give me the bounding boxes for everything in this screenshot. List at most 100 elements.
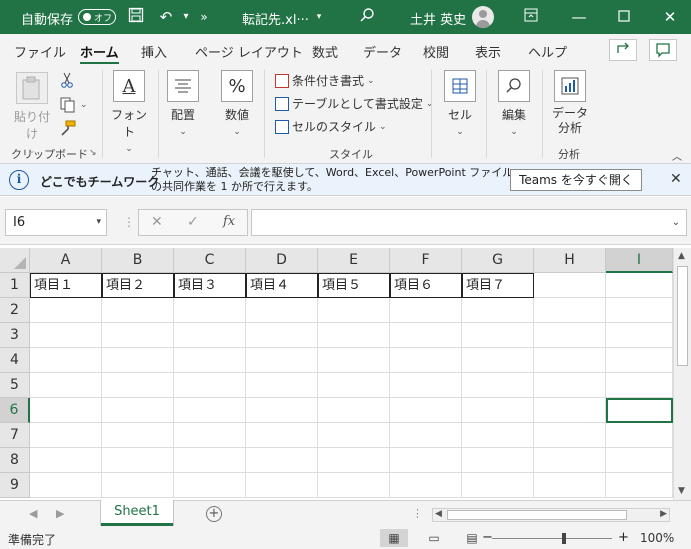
zoom-in-icon[interactable]: +	[618, 530, 629, 545]
column-header-selected[interactable]: I	[606, 248, 673, 273]
close-infobar-icon[interactable]: ✕	[670, 171, 682, 187]
cell[interactable]	[534, 373, 606, 398]
cell[interactable]	[318, 448, 390, 473]
header-cell[interactable]: 項目７	[462, 273, 534, 298]
scroll-up-icon[interactable]: ▲	[678, 251, 685, 261]
cell[interactable]	[318, 423, 390, 448]
conditional-formatting-button[interactable]: 条件付き書式 ⌄	[275, 72, 375, 89]
tab-view[interactable]: 表示	[475, 42, 501, 61]
cell[interactable]	[246, 423, 318, 448]
name-box-dropdown-icon[interactable]: ▾	[96, 210, 101, 235]
vertical-scroll-thumb[interactable]	[677, 266, 688, 366]
cell[interactable]	[462, 348, 534, 373]
cell-styles-button[interactable]: セルのスタイル ⌄	[275, 118, 387, 135]
cell[interactable]	[318, 298, 390, 323]
cell[interactable]	[606, 423, 673, 448]
tab-file[interactable]: ファイル	[14, 42, 66, 61]
cells-button[interactable]: セル ⌄	[442, 70, 478, 137]
user-name[interactable]: 土井 英史	[410, 9, 466, 28]
tab-review[interactable]: 校閲	[423, 42, 449, 61]
column-header[interactable]: C	[174, 248, 246, 273]
zoom-level[interactable]: 100%	[640, 531, 674, 545]
tab-home[interactable]: ホーム	[80, 42, 119, 65]
close-icon[interactable]: ✕	[660, 7, 680, 27]
cell[interactable]	[318, 398, 390, 423]
ribbon-display-icon[interactable]	[521, 7, 541, 27]
cell[interactable]	[30, 473, 102, 498]
row-header-selected[interactable]: 6	[0, 398, 30, 423]
page-layout-view-icon[interactable]: ▭	[420, 529, 448, 547]
cell[interactable]	[390, 398, 462, 423]
cell[interactable]	[174, 448, 246, 473]
file-name[interactable]: 転記先.xl···	[242, 9, 309, 28]
cell[interactable]	[30, 398, 102, 423]
normal-view-icon[interactable]: ▦	[380, 529, 408, 547]
cell[interactable]	[102, 348, 174, 373]
tab-formulas[interactable]: 数式	[312, 42, 338, 61]
scroll-down-icon[interactable]: ▼	[678, 486, 685, 496]
cell[interactable]	[534, 323, 606, 348]
expand-formula-icon[interactable]: ⌄	[672, 217, 680, 228]
autosave-toggle[interactable]: オフ	[78, 9, 116, 25]
header-cell[interactable]: 項目６	[390, 273, 462, 298]
cell[interactable]	[390, 473, 462, 498]
cell[interactable]	[318, 373, 390, 398]
cell[interactable]	[174, 348, 246, 373]
cell[interactable]	[534, 348, 606, 373]
format-as-table-button[interactable]: テーブルとして書式設定 ⌄	[275, 95, 433, 112]
cell[interactable]	[102, 298, 174, 323]
tab-data[interactable]: データ	[363, 42, 402, 61]
cell[interactable]	[246, 298, 318, 323]
cell[interactable]	[534, 298, 606, 323]
cell[interactable]	[318, 323, 390, 348]
zoom-slider-knob[interactable]	[562, 533, 566, 544]
cell[interactable]	[174, 423, 246, 448]
user-avatar[interactable]	[472, 6, 494, 28]
cell[interactable]	[102, 423, 174, 448]
prev-sheet-icon[interactable]: ◀	[29, 507, 37, 520]
cell[interactable]	[102, 373, 174, 398]
scroll-left-icon[interactable]: ◀	[435, 509, 442, 519]
cell[interactable]	[174, 373, 246, 398]
cell[interactable]	[30, 423, 102, 448]
cell[interactable]	[534, 448, 606, 473]
column-header[interactable]: B	[102, 248, 174, 273]
formula-input[interactable]: ⌄	[251, 209, 687, 236]
cell[interactable]	[30, 348, 102, 373]
cut-icon[interactable]	[60, 72, 74, 88]
column-header[interactable]: D	[246, 248, 318, 273]
cell[interactable]	[30, 373, 102, 398]
horizontal-scrollbar[interactable]: ◀ ▶	[432, 508, 670, 522]
cell[interactable]	[462, 448, 534, 473]
search-icon[interactable]	[357, 7, 377, 27]
column-header[interactable]: A	[30, 248, 102, 273]
number-button[interactable]: % 数値 ⌄	[219, 70, 255, 137]
column-header[interactable]: H	[534, 248, 606, 273]
cell[interactable]	[534, 398, 606, 423]
cell[interactable]	[390, 323, 462, 348]
paste-button[interactable]: 貼り付け ⌄	[10, 72, 54, 156]
tab-insert[interactable]: 挿入	[141, 42, 167, 61]
cell[interactable]	[30, 323, 102, 348]
row-header[interactable]: 4	[0, 348, 30, 373]
cell[interactable]	[390, 348, 462, 373]
cell[interactable]	[390, 298, 462, 323]
cell[interactable]	[462, 473, 534, 498]
header-cell[interactable]: 項目３	[174, 273, 246, 298]
cell[interactable]	[606, 448, 673, 473]
more-commands-icon[interactable]: »	[194, 7, 214, 27]
cell[interactable]	[174, 398, 246, 423]
cell[interactable]	[462, 398, 534, 423]
vertical-scrollbar[interactable]: ▲ ▼	[673, 248, 691, 500]
cell[interactable]	[606, 373, 673, 398]
enter-icon[interactable]: ✓	[187, 214, 199, 230]
name-box[interactable]: I6 ▾	[5, 209, 107, 236]
font-button[interactable]: A フォント ⌄	[108, 70, 150, 154]
cell[interactable]	[246, 473, 318, 498]
format-painter-icon[interactable]	[60, 120, 76, 136]
cell[interactable]	[606, 323, 673, 348]
row-header[interactable]: 9	[0, 473, 30, 498]
comments-button[interactable]	[649, 39, 677, 61]
cell[interactable]	[102, 448, 174, 473]
next-sheet-icon[interactable]: ▶	[56, 507, 64, 520]
